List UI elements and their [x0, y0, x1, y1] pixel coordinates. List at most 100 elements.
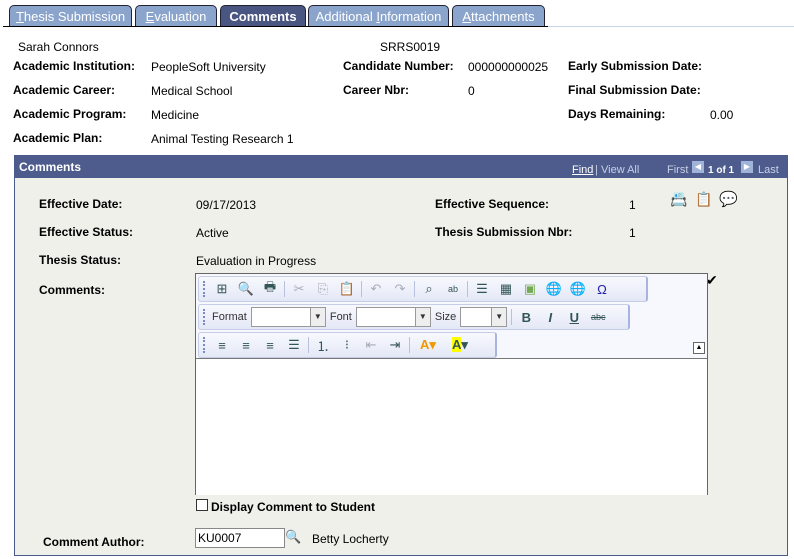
align-center-icon[interactable]: ≡	[236, 338, 256, 353]
tab-label: nformation	[379, 9, 442, 24]
display-comment-checkbox[interactable]	[196, 499, 208, 511]
underline-icon[interactable]: U	[564, 310, 584, 325]
separator	[414, 281, 415, 297]
align-left-icon[interactable]: ≡	[212, 338, 232, 353]
strikethrough-icon[interactable]: abc	[588, 312, 608, 322]
copy-icon[interactable]: ⎘	[313, 281, 333, 297]
tab-thesis-submission[interactable]: Thesis Submission	[9, 5, 132, 26]
days-remaining-value: 0.00	[710, 108, 734, 122]
bold-icon[interactable]: B	[516, 310, 536, 325]
comments-label: Comments:	[39, 283, 106, 297]
row-count: 1 of 1	[708, 165, 735, 176]
panel-header: Comments Find | View All First ◀ 1 of 1 …	[15, 156, 787, 178]
thesis-submission-nbr-label: Thesis Submission Nbr:	[435, 225, 573, 239]
chevron-down-icon: ▼	[309, 308, 325, 326]
find-icon[interactable]: ⌕	[419, 281, 439, 297]
font-label: Font	[329, 311, 352, 323]
undo-icon[interactable]: ↶	[366, 281, 386, 297]
comment-bubble-icon[interactable]: 💬	[719, 190, 738, 208]
font-value	[357, 308, 415, 326]
career-nbr-value: 0	[468, 84, 475, 98]
italic-icon[interactable]: I	[540, 310, 560, 325]
academic-plan-value: Animal Testing Research 1	[151, 132, 294, 146]
background-color-icon[interactable]: A▾	[446, 337, 474, 353]
toolbar-grip	[203, 309, 208, 325]
effective-date-label: Effective Date:	[39, 197, 123, 211]
view-all-link[interactable]: View All	[601, 164, 639, 176]
editor-toolbar-row-2: Format ▼ Font ▼ Size ▼ B I U abc	[198, 304, 630, 330]
separator	[467, 281, 468, 297]
final-submission-date-label: Final Submission Date:	[568, 83, 701, 97]
replace-icon[interactable]: ab	[443, 284, 463, 294]
special-character-icon[interactable]: Ω	[592, 282, 612, 297]
tab-label: ttachments	[471, 9, 535, 24]
separator	[284, 281, 285, 297]
link-icon[interactable]: 🌐	[544, 281, 564, 297]
tab-label: E	[145, 9, 155, 24]
thesis-status-value: Evaluation in Progress	[196, 254, 317, 268]
size-select[interactable]: ▼	[460, 307, 508, 327]
tab-label: A	[462, 9, 472, 24]
numbered-list-icon[interactable]: ⒈	[313, 336, 333, 355]
cut-icon[interactable]: ✂	[289, 281, 309, 297]
separator	[361, 281, 362, 297]
format-select[interactable]: ▼	[250, 307, 326, 327]
editor-toolbar-row-1: ⊞ 🔍 🖶 ✂ ⎘ 📋 ↶ ↷ ⌕ ab ☰ ▦ ▣ 🌐 🌐 Ω	[198, 276, 648, 302]
tab-comments[interactable]: Comments	[220, 5, 306, 26]
last-link[interactable]: Last	[758, 164, 779, 176]
thesis-submission-nbr-value: 1	[629, 226, 636, 240]
academic-program-label: Academic Program:	[13, 107, 127, 121]
rich-text-editor: ⊞ 🔍 🖶 ✂ ⎘ 📋 ↶ ↷ ⌕ ab ☰ ▦ ▣ 🌐 🌐 Ω Format …	[195, 273, 708, 495]
academic-institution-value: PeopleSoft University	[151, 60, 266, 74]
text-color-icon[interactable]: A▾	[414, 337, 442, 353]
comment-author-name: Betty Locherty	[312, 532, 389, 546]
first-link[interactable]: First	[667, 164, 688, 176]
tab-evaluation[interactable]: Evaluation	[135, 5, 217, 26]
horizontal-rule-icon[interactable]: ☰	[472, 281, 492, 297]
tab-label: valuation	[154, 9, 207, 24]
contact-icon[interactable]: 📇	[670, 191, 687, 208]
academic-career-label: Academic Career:	[13, 83, 116, 97]
early-submission-date-label: Early Submission Date:	[568, 59, 703, 73]
candidate-number-label: Candidate Number:	[343, 59, 454, 73]
separator	[511, 309, 513, 325]
effective-sequence-label: Effective Sequence:	[435, 197, 550, 211]
separator: |	[595, 164, 598, 176]
comment-author-label: Comment Author:	[43, 535, 145, 549]
thesis-status-label: Thesis Status:	[39, 253, 122, 267]
font-select[interactable]: ▼	[355, 307, 431, 327]
panel-title: Comments	[19, 160, 82, 174]
lookup-search-icon[interactable]: 🔍	[285, 529, 301, 545]
indent-icon[interactable]: ⇥	[385, 337, 405, 353]
next-icon[interactable]: ▶	[741, 161, 753, 173]
preview-icon[interactable]: 🔍	[236, 281, 256, 297]
career-nbr-label: Career Nbr:	[343, 83, 410, 97]
maximize-icon[interactable]: ⊞	[212, 281, 232, 297]
size-label: Size	[434, 311, 457, 323]
justify-icon[interactable]: ☰	[284, 337, 304, 353]
bulleted-list-icon[interactable]: ⁝	[337, 337, 357, 353]
toolbar-grip	[203, 337, 208, 353]
tab-additional-information[interactable]: Additional Information	[308, 5, 449, 26]
align-right-icon[interactable]: ≡	[260, 338, 280, 353]
unlink-icon[interactable]: 🌐	[568, 281, 588, 297]
previous-icon[interactable]: ◀	[692, 161, 704, 173]
paste-icon[interactable]: 📋	[337, 281, 357, 297]
table-icon[interactable]: ▦	[496, 281, 516, 297]
toolbar-grip	[203, 281, 208, 297]
academic-institution-label: Academic Institution:	[13, 59, 136, 73]
effective-status-value: Active	[196, 226, 229, 240]
comment-author-input[interactable]: KU0007	[195, 528, 285, 548]
collapse-toolbar-icon[interactable]: ▲	[693, 342, 705, 354]
comment-text-area[interactable]	[196, 358, 707, 495]
tab-label: hesis Submission	[23, 9, 126, 24]
checklist-icon[interactable]: 📋	[695, 191, 712, 208]
image-icon[interactable]: ▣	[520, 281, 540, 297]
effective-status-label: Effective Status:	[39, 225, 134, 239]
tab-attachments[interactable]: Attachments	[452, 5, 545, 26]
print-icon[interactable]: 🖶	[260, 278, 280, 300]
student-name: Sarah Connors	[18, 40, 99, 54]
redo-icon[interactable]: ↷	[390, 281, 410, 297]
find-link[interactable]: Find	[572, 164, 593, 176]
outdent-icon[interactable]: ⇤	[361, 337, 381, 353]
